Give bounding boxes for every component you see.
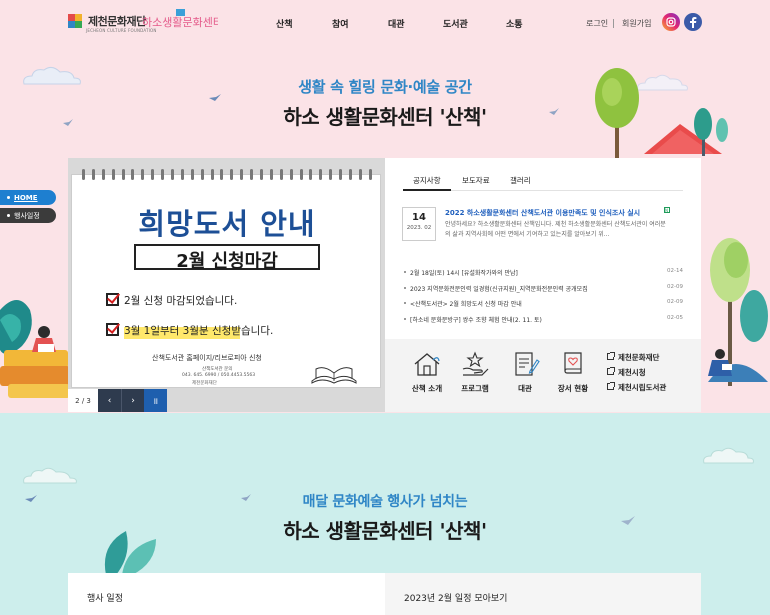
news-list-item[interactable]: 2023 지역문화전문인력 일경험(신규지원)_지역문화전문인력 공개모집 02… <box>403 284 683 300</box>
monthly-overview-heading: 2023년 2월 일정 모아보기 <box>404 594 508 604</box>
featured-day: 14 <box>412 212 426 223</box>
quick-home-label: HOME <box>14 193 38 202</box>
bullet-icon <box>7 214 10 217</box>
quick-schedule-button[interactable]: 행사일정 <box>0 208 56 223</box>
signup-link[interactable]: 회원가입 <box>622 18 651 29</box>
external-link-icon <box>607 352 615 360</box>
news-date: 02-05 <box>667 314 683 321</box>
news-list: 2월 18일(토) 14시 [유설화작가와의 만남] 02-14 2023 지역… <box>403 268 683 330</box>
news-title: 2023 지역문화전문인력 일경험(신규지원)_지역문화전문인력 공개모집 <box>410 285 588 293</box>
tab-active-indicator <box>403 189 451 191</box>
news-date: 02-09 <box>667 299 683 305</box>
nav-item-participate[interactable]: 참여 <box>332 17 349 30</box>
instagram-icon[interactable] <box>662 13 680 31</box>
featured-year-month: 2023. 02 <box>406 225 432 231</box>
slider-prev-button[interactable]: ‹ <box>98 389 121 412</box>
util-divider <box>613 19 614 28</box>
cloud-decoration <box>703 447 754 464</box>
shortcut-collection[interactable]: 장서 현황 <box>543 351 603 394</box>
slider-pause-button[interactable]: ॥ <box>144 389 167 412</box>
poster-contact-phone: 043. 645. 6990 / 050.4453.5563 <box>182 373 256 378</box>
document-pen-icon <box>515 352 540 376</box>
news-title: 2월 18일(토) 14시 [유설화작가와의 만남] <box>410 270 518 277</box>
nav-item-sanchaek[interactable]: 산책 <box>276 17 293 30</box>
shortcut-bar: 산책 소개 프로그램 대관 장서 현황 제천문화재단 제천시청 제천시립도서관 <box>385 339 701 412</box>
instagram-glyph <box>666 17 676 27</box>
link-city-library[interactable]: 제천시립도서관 <box>607 382 666 397</box>
house-icon <box>414 353 440 376</box>
facebook-icon[interactable] <box>684 13 702 31</box>
open-book-icon <box>311 367 357 384</box>
poster-title: 희망도서 안내 <box>138 207 316 241</box>
shortcut-collection-label: 장서 현황 <box>557 384 589 393</box>
link-city-library-label: 제천시립도서관 <box>618 383 667 392</box>
external-links: 제천문화재단 제천시청 제천시립도서관 <box>607 352 666 397</box>
tab-notice[interactable]: 공지사항 <box>413 175 441 186</box>
external-link-icon <box>607 382 615 390</box>
reading-person-illustration <box>708 238 768 386</box>
poster-contact-label: 산책도서관 문의 <box>202 367 233 372</box>
bullet-icon <box>7 196 10 199</box>
nav-item-rental[interactable]: 대관 <box>388 17 405 30</box>
slide-counter: 2 / 3 <box>68 389 98 412</box>
poster-footer-logo: 제천문화재단 <box>192 381 217 386</box>
events-title: 하소 생활문화센터 '산책' <box>283 519 487 543</box>
monthly-overview-card: 2023년 2월 일정 모아보기 <box>385 573 701 615</box>
events-section: 매달 문화예술 행사가 넘치는 하소 생활문화센터 '산책' 행사 일정 202… <box>0 413 770 615</box>
book-heart-icon <box>564 352 582 374</box>
featured-summary: 안녕하세요? 하소생활문화센터 산책입니다. 제천 하소생활문화센터 산책도서관… <box>445 221 666 238</box>
checkbox-icon <box>106 323 119 336</box>
news-list-item[interactable]: <산책도서관> 2월 희망도서 신청 마감 안내 02-09 <box>403 299 683 315</box>
news-list-item[interactable]: [하소네 문화문방구] 쌍수 조향 체험 안내(2. 11. 토) 02-05 <box>403 315 683 331</box>
main-nav: 산책 참여 대관 도서관 소통 <box>0 17 770 31</box>
main-slider[interactable]: 희망도서 안내 2월 신청마감 2월 신청 마감되었습니다. 3월 1일부터 3… <box>68 158 385 412</box>
link-foundation-label: 제천문화재단 <box>618 353 660 362</box>
quick-menu: HOME 행사일정 <box>0 190 56 226</box>
hand-star-icon <box>462 351 489 376</box>
notebook-rings <box>82 169 372 180</box>
featured-title-link[interactable]: 2022 하소생활문화센터 산책도서관 이용만족도 및 인식조사 실시 <box>445 208 640 218</box>
link-city-hall-label: 제천시청 <box>618 368 646 377</box>
events-subtitle: 매달 문화예술 행사가 넘치는 <box>302 494 468 510</box>
login-link[interactable]: 로그인 <box>586 18 608 29</box>
slider-controls: 2 / 3 ‹ › ॥ <box>68 389 167 412</box>
poster-deadline: 2월 신청마감 <box>176 251 278 272</box>
quick-schedule-label: 행사일정 <box>14 211 40 220</box>
news-title: <산책도서관> 2월 희망도서 신청 마감 안내 <box>410 301 522 308</box>
hero-title: 하소 생활문화센터 '산책' <box>283 105 487 129</box>
new-badge-icon: N <box>664 207 670 213</box>
news-list-item[interactable]: 2월 18일(토) 14시 [유설화작가와의 만남] 02-14 <box>403 268 683 284</box>
link-foundation[interactable]: 제천문화재단 <box>607 352 666 367</box>
poster-line-3: 산책도서관 홈페이지/리브로피아 신청 <box>152 354 262 362</box>
event-schedule-card: 행사 일정 <box>68 573 385 615</box>
nav-item-community[interactable]: 소통 <box>506 17 523 30</box>
hero-subtitle: 생활 속 힐링 문화·예술 공간 <box>298 78 472 96</box>
news-panel: 공지사항 보도자료 갤러리 14 2023. 02 2022 하소생활문화센터 … <box>385 158 701 339</box>
tab-press[interactable]: 보도자료 <box>462 175 490 186</box>
page: 제천문화재단 JECHEON CULTURE FOUNDATION 하소생활문화… <box>0 0 770 615</box>
tab-gallery[interactable]: 갤러리 <box>510 175 531 186</box>
reading-person-illustration <box>0 300 70 398</box>
facebook-glyph <box>690 16 697 28</box>
poster-line-1: 2월 신청 마감되었습니다. <box>124 295 238 307</box>
slide-poster[interactable]: 희망도서 안내 2월 신청마감 2월 신청 마감되었습니다. 3월 1일부터 3… <box>71 169 381 388</box>
news-title: [하소네 문화문방구] 쌍수 조향 체험 안내(2. 11. 토) <box>410 316 542 324</box>
news-date: 02-14 <box>667 268 683 274</box>
quick-home-button[interactable]: HOME <box>0 190 56 205</box>
hero-section: 제천문화재단 JECHEON CULTURE FOUNDATION 하소생활문화… <box>0 0 770 413</box>
link-city-hall[interactable]: 제천시청 <box>607 367 666 382</box>
slider-next-button[interactable]: › <box>121 389 144 412</box>
event-schedule-heading: 행사 일정 <box>87 594 123 604</box>
featured-date: 14 2023. 02 <box>402 207 436 241</box>
logo-house-icon <box>176 9 185 16</box>
cloud-decoration <box>23 467 77 484</box>
checkbox-icon <box>106 293 119 306</box>
external-link-icon <box>607 367 615 375</box>
news-date: 02-09 <box>667 283 683 290</box>
poster-line-2: 3월 1일부터 3월분 신청받습니다. <box>124 325 274 337</box>
nav-item-library[interactable]: 도서관 <box>443 17 468 30</box>
